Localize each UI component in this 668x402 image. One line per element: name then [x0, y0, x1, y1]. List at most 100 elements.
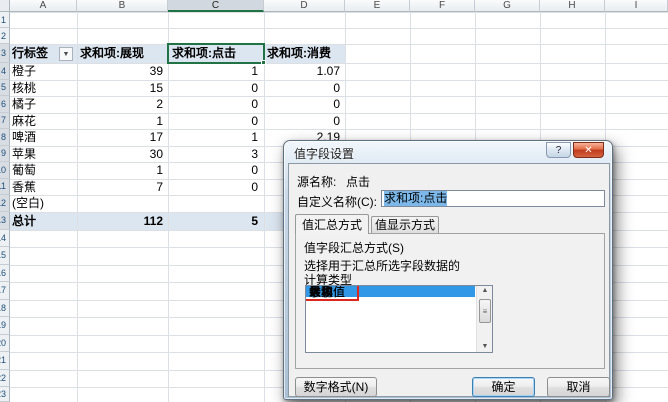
row-header-18[interactable]: 18: [0, 299, 10, 317]
row-header-5[interactable]: 5: [0, 79, 10, 96]
close-icon: ✕: [584, 144, 593, 156]
listbox-scrollbar[interactable]: ▲ ≡ ▼: [476, 286, 492, 352]
pivot-value-cell[interactable]: 15: [80, 80, 163, 97]
row-header-10[interactable]: 10: [0, 162, 10, 179]
pivot-row-label[interactable]: 啤酒: [12, 129, 36, 146]
custom-name-label: 自定义名称(C):: [297, 195, 377, 209]
pivot-header-cell[interactable]: 求和项:消费: [267, 44, 331, 63]
column-header-C[interactable]: C: [168, 0, 264, 12]
pivot-total-value[interactable]: 5: [170, 212, 258, 230]
row-header-6[interactable]: 6: [0, 96, 10, 113]
row-header-19[interactable]: 19: [0, 317, 10, 335]
tab-summarize-by[interactable]: 值汇总方式: [295, 214, 369, 234]
pivot-row-label[interactable]: (空白): [12, 195, 44, 212]
row-header-2[interactable]: 2: [0, 28, 10, 44]
pivot-header-cell[interactable]: 求和项:展现: [80, 44, 144, 63]
row-number-label: 20: [0, 337, 6, 348]
row-header-12[interactable]: 12: [0, 195, 10, 212]
column-header-A[interactable]: A: [10, 0, 77, 12]
row-number-label: 17: [0, 285, 6, 296]
row-header-8[interactable]: 8: [0, 129, 10, 146]
row-header-7[interactable]: 7: [0, 112, 10, 129]
pivot-value-cell[interactable]: 0: [170, 80, 258, 97]
row-number-label: 1: [0, 14, 6, 25]
pivot-value-cell[interactable]: 1: [80, 162, 163, 179]
cancel-button[interactable]: 取消: [547, 377, 610, 397]
pivot-value-cell[interactable]: 17: [80, 129, 163, 146]
pivot-value-cell[interactable]: 1: [170, 129, 258, 146]
pivot-value-cell[interactable]: 0: [266, 80, 340, 97]
pivot-value-cell[interactable]: 7: [80, 179, 163, 196]
filter-dropdown-button[interactable]: ▼: [59, 47, 73, 61]
pivot-value-cell[interactable]: 3: [170, 146, 258, 163]
row-header-13[interactable]: 13: [0, 211, 10, 230]
column-header-D[interactable]: D: [264, 0, 345, 12]
pivot-row-label[interactable]: 橙子: [12, 63, 36, 80]
pivot-value-cell[interactable]: 0: [170, 179, 258, 196]
pivot-value-cell[interactable]: 1: [80, 113, 163, 130]
fill-handle[interactable]: [261, 60, 266, 65]
pivot-total-value[interactable]: 112: [80, 212, 163, 230]
pivot-value-cell[interactable]: 0: [266, 113, 340, 130]
pivot-value-cell[interactable]: 39: [80, 63, 163, 80]
pivot-value-cell[interactable]: 0: [170, 96, 258, 113]
custom-name-selected-text: 求和项:点击: [384, 191, 448, 206]
row-header-1[interactable]: 1: [0, 12, 10, 28]
row-number-label: 9: [0, 148, 6, 159]
pivot-value-cell[interactable]: 0: [170, 113, 258, 130]
pivot-value-cell[interactable]: 0: [266, 96, 340, 113]
custom-name-input[interactable]: 求和项:点击: [381, 190, 605, 207]
close-button[interactable]: ✕: [573, 142, 604, 158]
row-header-4[interactable]: 4: [0, 63, 10, 80]
pivot-row-label[interactable]: 苹果: [12, 146, 36, 163]
row-header-21[interactable]: 21: [0, 352, 10, 370]
number-format-button[interactable]: 数字格式(N): [295, 377, 377, 397]
pivot-total-label[interactable]: 总计: [12, 212, 36, 230]
row-header-15[interactable]: 15: [0, 247, 10, 265]
pivot-value-cell[interactable]: 30: [80, 146, 163, 163]
scroll-down-icon[interactable]: ▼: [477, 342, 492, 352]
help-icon: ?: [555, 144, 562, 156]
pivot-row-label[interactable]: 核桃: [12, 80, 36, 97]
column-header-B[interactable]: B: [77, 0, 168, 12]
row-header-3[interactable]: 3: [0, 44, 10, 63]
pivot-row-label[interactable]: 葡萄: [12, 162, 36, 179]
ok-button[interactable]: 确定: [472, 377, 535, 397]
column-header-F[interactable]: F: [410, 0, 475, 12]
pivot-header-cell[interactable]: 行标签: [12, 44, 48, 63]
column-header-E[interactable]: E: [345, 0, 410, 12]
gridline-v: [168, 12, 169, 402]
excel-window: ABCDEFGHI1234567891011121314151617181920…: [0, 0, 668, 402]
row-number-label: 13: [0, 215, 6, 225]
column-header-H[interactable]: H: [540, 0, 605, 12]
row-header-9[interactable]: 9: [0, 145, 10, 162]
dialog-body: 源名称: 点击 自定义名称(C): 求和项:点击 值汇总方式 值显示方式 值字段…: [288, 163, 610, 397]
column-header-G[interactable]: G: [475, 0, 540, 12]
row-header-20[interactable]: 20: [0, 334, 10, 352]
row-number-label: 23: [0, 389, 6, 399]
pivot-value-cell[interactable]: 1: [170, 63, 258, 80]
pivot-row-label[interactable]: 麻花: [12, 113, 36, 130]
scrollbar-thumb[interactable]: ≡: [479, 299, 491, 323]
tab-show-values-as[interactable]: 值显示方式: [371, 216, 439, 234]
row-number-label: 16: [0, 267, 6, 278]
pivot-row-label[interactable]: 橘子: [12, 96, 36, 113]
row-number-label: 18: [0, 302, 6, 313]
select-all-corner[interactable]: [0, 0, 10, 12]
pivot-value-cell[interactable]: 2: [80, 96, 163, 113]
pivot-row-label[interactable]: 香蕉: [12, 179, 36, 196]
row-header-11[interactable]: 11: [0, 178, 10, 195]
scroll-up-icon[interactable]: ▲: [477, 286, 492, 296]
row-header-23[interactable]: 23: [0, 387, 10, 402]
help-button[interactable]: ?: [546, 142, 571, 158]
column-header-I[interactable]: I: [605, 0, 668, 12]
row-header-22[interactable]: 22: [0, 369, 10, 387]
pivot-value-cell[interactable]: 1.07: [266, 63, 340, 80]
row-header-14[interactable]: 14: [0, 229, 10, 247]
row-number-label: 22: [0, 372, 6, 383]
calc-type-listbox[interactable]: 求和 计数 平均值 最大值 最小值 乘积 ▲ ≡ ▼: [305, 285, 493, 353]
row-header-16[interactable]: 16: [0, 264, 10, 282]
pivot-value-cell[interactable]: 0: [170, 162, 258, 179]
row-number-label: 4: [0, 65, 6, 76]
row-header-17[interactable]: 17: [0, 282, 10, 300]
